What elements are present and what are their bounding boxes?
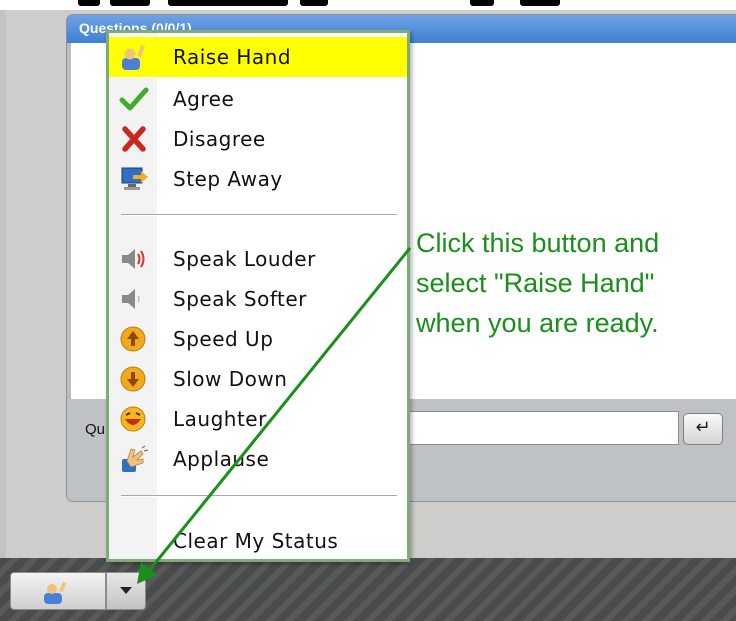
annotation-line: Click this button and — [416, 228, 660, 258]
menu-item-label: Speed Up — [173, 327, 274, 351]
menu-item-applause[interactable]: Applause — [109, 439, 407, 479]
status-dropdown-button[interactable] — [106, 572, 146, 610]
question-label: Qu — [85, 421, 106, 438]
menu-item-slow-down[interactable]: Slow Down — [109, 359, 407, 399]
menu-item-label: Step Away — [173, 167, 283, 191]
menu-item-label: Agree — [173, 87, 235, 111]
speaker-soft-icon — [122, 289, 140, 309]
step-away-icon — [121, 167, 148, 190]
menu-item-label: Speak Louder — [173, 247, 316, 271]
red-x-icon — [122, 126, 146, 152]
raise-hand-icon — [44, 582, 66, 604]
return-arrow-icon: ↵ — [695, 417, 711, 438]
menu-item-agree[interactable]: Agree — [109, 79, 407, 119]
menu-item-label: Slow Down — [173, 367, 288, 391]
menu-item-speed-up[interactable]: Speed Up — [109, 319, 407, 359]
question-input[interactable] — [407, 411, 679, 445]
menu-separator — [121, 495, 397, 497]
menu-item-label: Laughter — [173, 407, 267, 431]
stage: Questions (0/0/1) Qu ↵ Raise Hand Agree … — [0, 0, 736, 621]
clipped-heading — [0, 0, 736, 10]
menu-item-label: Speak Softer — [173, 287, 307, 311]
laughing-face-icon — [120, 406, 146, 432]
menu-item-raise-hand[interactable]: Raise Hand — [109, 37, 407, 77]
menu-separator — [121, 214, 397, 216]
menu-item-speak-louder[interactable]: Speak Louder — [109, 239, 407, 279]
annotation-line: select "Raise Hand" — [416, 268, 655, 298]
speaker-loud-icon — [122, 249, 145, 269]
menu-item-step-away[interactable]: Step Away — [109, 159, 407, 199]
my-status-button[interactable] — [10, 572, 106, 610]
menu-item-disagree[interactable]: Disagree — [109, 119, 407, 159]
menu-item-label: Raise Hand — [173, 45, 292, 69]
send-button[interactable]: ↵ — [683, 413, 723, 445]
speed-up-icon — [120, 326, 146, 352]
annotation-line: when you are ready. — [416, 308, 659, 338]
menu-item-clear-status[interactable]: Clear My Status — [109, 521, 407, 561]
raise-hand-icon — [122, 45, 145, 70]
menu-item-label: Disagree — [173, 127, 266, 151]
slow-down-icon — [120, 366, 146, 392]
menu-item-laughter[interactable]: Laughter — [109, 399, 407, 439]
checkmark-icon — [119, 87, 149, 111]
menu-item-label: Clear My Status — [173, 529, 339, 553]
status-menu: Raise Hand Agree Disagree Step Away Spea… — [106, 30, 410, 562]
menu-item-speak-softer[interactable]: Speak Softer — [109, 279, 407, 319]
applause-icon — [122, 445, 149, 472]
instruction-annotation: Click this button and select "Raise Hand… — [416, 223, 736, 343]
menu-item-label: Applause — [173, 447, 270, 471]
chevron-down-icon — [120, 587, 132, 594]
